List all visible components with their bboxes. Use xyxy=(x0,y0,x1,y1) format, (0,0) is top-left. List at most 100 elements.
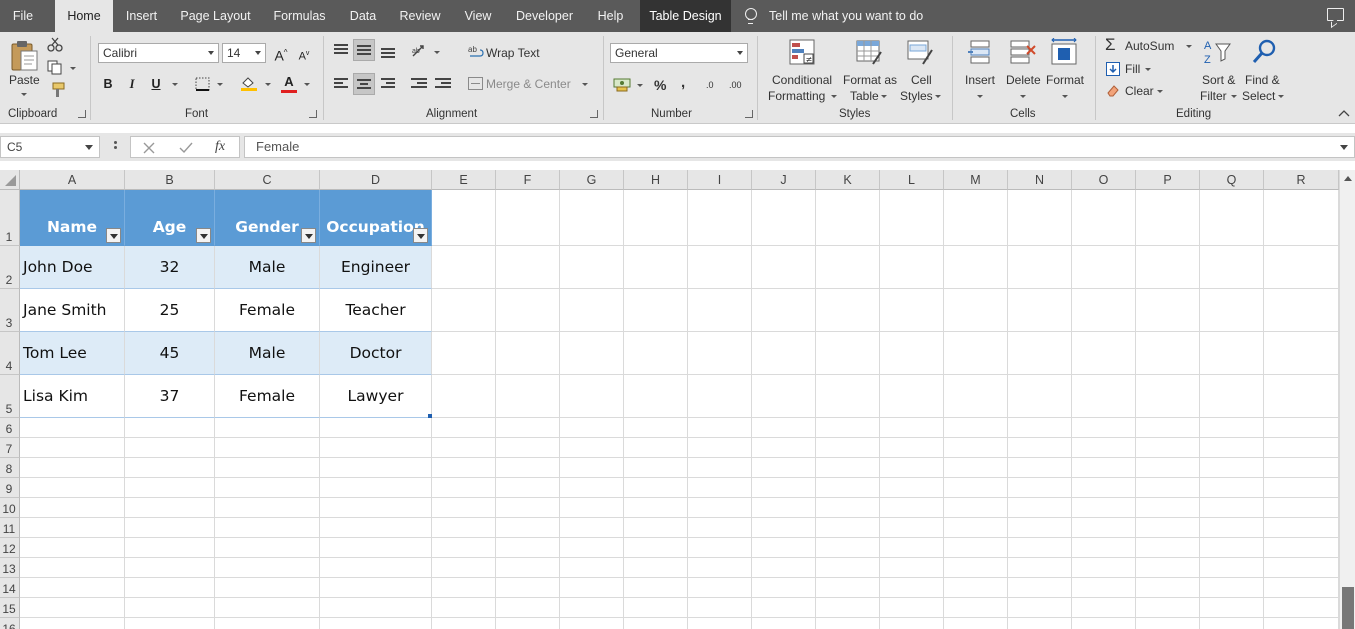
table-cell[interactable]: Jane Smith xyxy=(20,289,125,332)
fill-button[interactable]: Fill xyxy=(1125,62,1140,76)
grid-cell[interactable] xyxy=(944,498,1008,518)
grid-cell[interactable] xyxy=(624,518,688,538)
grid-cell[interactable] xyxy=(320,438,432,458)
find-select-dropdown-icon[interactable] xyxy=(1278,95,1284,98)
grid-cell[interactable] xyxy=(624,332,688,375)
grid-cell[interactable] xyxy=(1200,375,1264,418)
grid-cell[interactable] xyxy=(688,418,752,438)
grid-cell[interactable] xyxy=(432,418,496,438)
grid-cell[interactable] xyxy=(125,518,215,538)
grid-cell[interactable] xyxy=(320,498,432,518)
grid-cell[interactable] xyxy=(1264,478,1339,498)
sort-filter-button[interactable]: Sort & xyxy=(1202,73,1235,87)
grid-cell[interactable] xyxy=(880,558,944,578)
row-header-3[interactable]: 3 xyxy=(0,289,20,332)
grid-cell[interactable] xyxy=(1008,538,1072,558)
grid-cell[interactable] xyxy=(1200,538,1264,558)
grid-cell[interactable] xyxy=(432,375,496,418)
grid-cell[interactable] xyxy=(880,518,944,538)
grid-cell[interactable] xyxy=(1136,246,1200,289)
grid-cell[interactable] xyxy=(432,190,496,246)
grid-cell[interactable] xyxy=(20,598,125,618)
grid-cell[interactable] xyxy=(560,478,624,498)
grid-cell[interactable] xyxy=(125,458,215,478)
grid-cell[interactable] xyxy=(125,558,215,578)
row-header-1[interactable]: 1 xyxy=(0,190,20,246)
grid-cell[interactable] xyxy=(624,598,688,618)
grid-cell[interactable] xyxy=(1008,478,1072,498)
grid-cell[interactable] xyxy=(215,538,320,558)
grid-cell[interactable] xyxy=(496,558,560,578)
grid-cell[interactable] xyxy=(1136,289,1200,332)
table-resize-handle[interactable] xyxy=(428,414,432,418)
grid-cell[interactable] xyxy=(1008,578,1072,598)
grid-cell[interactable] xyxy=(560,375,624,418)
grid-cell[interactable] xyxy=(1264,558,1339,578)
grid-cell[interactable] xyxy=(1200,578,1264,598)
format-as-table-dropdown-icon[interactable] xyxy=(881,95,887,98)
grid-cell[interactable] xyxy=(20,558,125,578)
grid-cell[interactable] xyxy=(816,418,880,438)
enter-icon[interactable] xyxy=(179,142,193,154)
grid-cell[interactable] xyxy=(215,558,320,578)
decrease-font-button[interactable]: Av xyxy=(293,43,315,65)
select-all-corner[interactable] xyxy=(0,170,20,190)
grid-cell[interactable] xyxy=(688,458,752,478)
grid-cell[interactable] xyxy=(1264,518,1339,538)
grid-cell[interactable] xyxy=(880,578,944,598)
row-header-5[interactable]: 5 xyxy=(0,375,20,418)
row-header-8[interactable]: 8 xyxy=(0,458,20,478)
column-header-h[interactable]: H xyxy=(624,170,688,190)
grid-cell[interactable] xyxy=(880,538,944,558)
grid-cell[interactable] xyxy=(944,246,1008,289)
grid-cell[interactable] xyxy=(432,438,496,458)
grid-cell[interactable] xyxy=(944,578,1008,598)
grid-cell[interactable] xyxy=(1008,190,1072,246)
cut-icon[interactable] xyxy=(47,37,63,52)
tab-file[interactable]: File xyxy=(0,0,46,32)
grid-cell[interactable] xyxy=(624,578,688,598)
wrap-text-button[interactable]: Wrap Text xyxy=(486,46,540,60)
grid-cell[interactable] xyxy=(816,438,880,458)
grid-cell[interactable] xyxy=(432,618,496,629)
grid-cell[interactable] xyxy=(215,518,320,538)
grid-cell[interactable] xyxy=(1072,518,1136,538)
italic-button[interactable]: I xyxy=(121,73,143,95)
accounting-dropdown-icon[interactable] xyxy=(637,84,643,87)
grid-cell[interactable] xyxy=(215,458,320,478)
grid-cell[interactable] xyxy=(1072,578,1136,598)
grid-cell[interactable] xyxy=(624,558,688,578)
grid-cell[interactable] xyxy=(496,518,560,538)
grid-cell[interactable] xyxy=(752,558,816,578)
grid-cell[interactable] xyxy=(944,618,1008,629)
grid-cell[interactable] xyxy=(880,478,944,498)
grid-cell[interactable] xyxy=(1200,458,1264,478)
orientation-icon[interactable]: ab xyxy=(411,44,431,58)
format-painter-icon[interactable] xyxy=(47,82,65,98)
tab-home[interactable]: Home xyxy=(55,0,113,32)
grid-cell[interactable] xyxy=(1072,618,1136,629)
grid-cell[interactable] xyxy=(880,375,944,418)
find-select-button[interactable]: Find & xyxy=(1245,73,1280,87)
increase-decimal-button[interactable]: .0 xyxy=(706,80,714,90)
row-header-2[interactable]: 2 xyxy=(0,246,20,289)
grid-cell[interactable] xyxy=(215,498,320,518)
copy-dropdown-icon[interactable] xyxy=(70,67,76,70)
grid-cell[interactable] xyxy=(1072,598,1136,618)
grid-cell[interactable] xyxy=(1008,289,1072,332)
grid-cell[interactable] xyxy=(1200,190,1264,246)
grid-cell[interactable] xyxy=(432,246,496,289)
grid-cell[interactable] xyxy=(1008,558,1072,578)
grid-cell[interactable] xyxy=(816,578,880,598)
grid-cell[interactable] xyxy=(1136,478,1200,498)
grid-cell[interactable] xyxy=(496,618,560,629)
grid-cell[interactable] xyxy=(752,332,816,375)
grid-cell[interactable] xyxy=(1008,518,1072,538)
grid-cell[interactable] xyxy=(432,558,496,578)
grid-cell[interactable] xyxy=(1264,538,1339,558)
table-cell[interactable]: Teacher xyxy=(320,289,432,332)
number-launcher-icon[interactable] xyxy=(745,110,753,118)
grid-cell[interactable] xyxy=(1264,498,1339,518)
grid-cell[interactable] xyxy=(215,618,320,629)
cell-styles-dropdown-icon[interactable] xyxy=(935,95,941,98)
